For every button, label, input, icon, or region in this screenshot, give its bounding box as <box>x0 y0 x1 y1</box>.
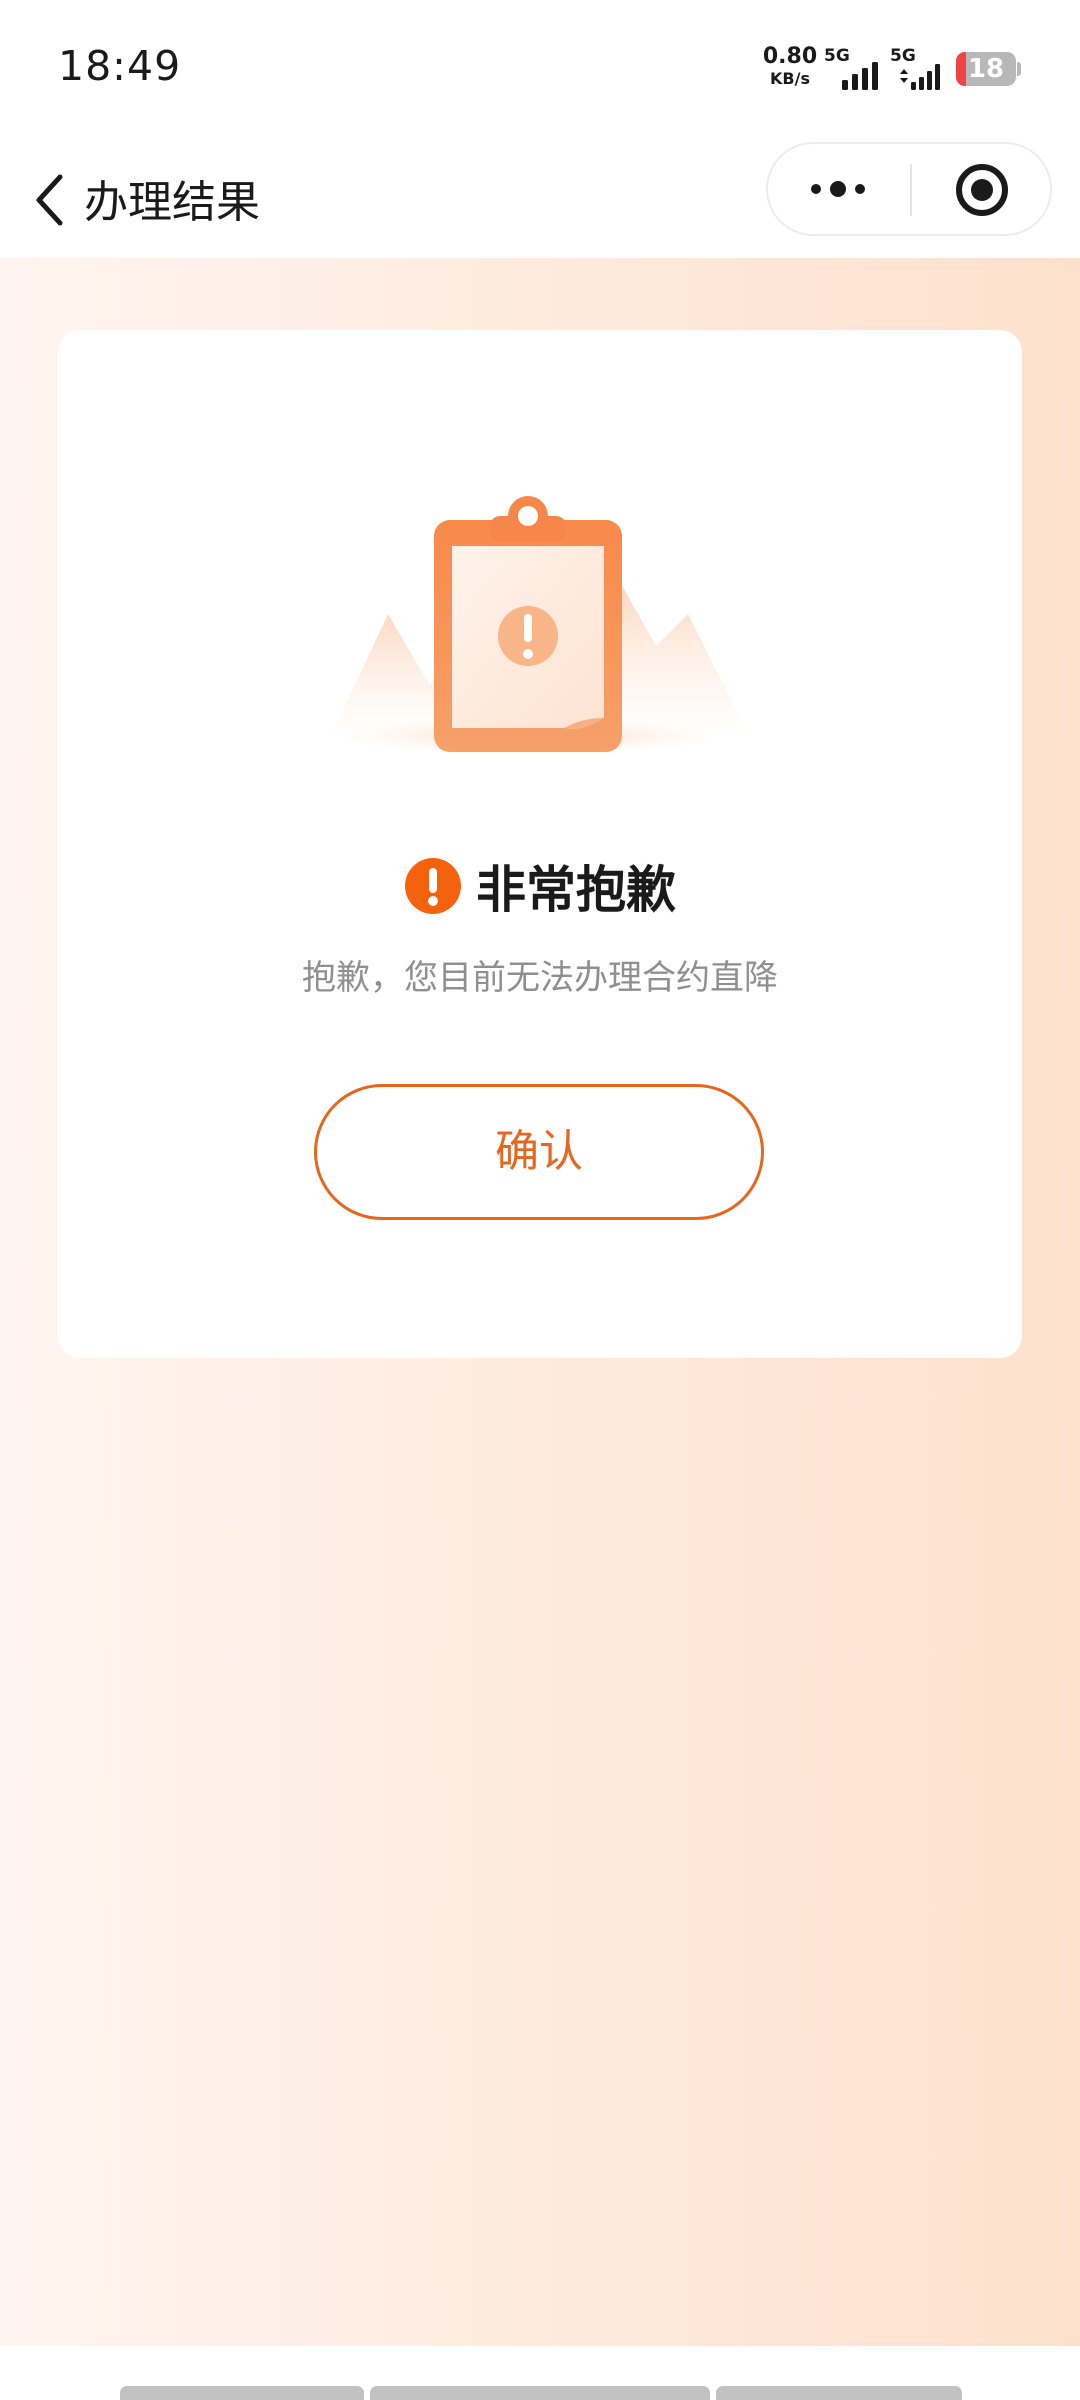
status-bar: 18:49 0.80 KB/s 5G 5G 18 <box>0 0 1080 132</box>
gesture-area <box>0 2346 1080 2400</box>
home-indicator[interactable] <box>120 2386 962 2400</box>
battery-level: 18 <box>967 54 1005 84</box>
close-mini-program-button[interactable] <box>912 144 1052 234</box>
exclamation-circle-icon <box>405 858 461 914</box>
more-button[interactable] <box>768 144 908 234</box>
more-dots-icon <box>811 181 865 197</box>
status-time: 18:49 <box>58 42 182 90</box>
back-button[interactable] <box>26 156 82 236</box>
chevron-left-icon <box>36 174 63 226</box>
battery-cap <box>1017 62 1021 76</box>
page-background: 非常抱歉 抱歉，您目前无法办理合约直降 确认 <box>0 258 1080 2346</box>
network-speed-unit: KB/s <box>770 69 810 88</box>
clipboard-warning-illustration <box>330 496 750 754</box>
network-speed: 0.80 KB/s <box>762 46 818 87</box>
sim1-signal-icon: 5G <box>824 48 884 90</box>
confirm-button[interactable]: 确认 <box>314 1084 764 1220</box>
target-close-icon <box>956 164 1008 216</box>
nav-bar: 办理结果 <box>0 132 1080 258</box>
result-message: 抱歉，您目前无法办理合约直降 <box>302 958 778 998</box>
network-speed-value: 0.80 <box>762 44 818 69</box>
page-title: 办理结果 <box>84 177 260 228</box>
result-title-text: 非常抱歉 <box>476 861 676 919</box>
mini-program-capsule <box>766 142 1052 236</box>
result-card: 非常抱歉 抱歉，您目前无法办理合约直降 确认 <box>58 330 1022 1358</box>
sim2-signal-icon: 5G <box>890 48 952 90</box>
result-title: 非常抱歉 <box>58 850 1022 919</box>
battery-icon: 18 <box>956 52 1016 86</box>
